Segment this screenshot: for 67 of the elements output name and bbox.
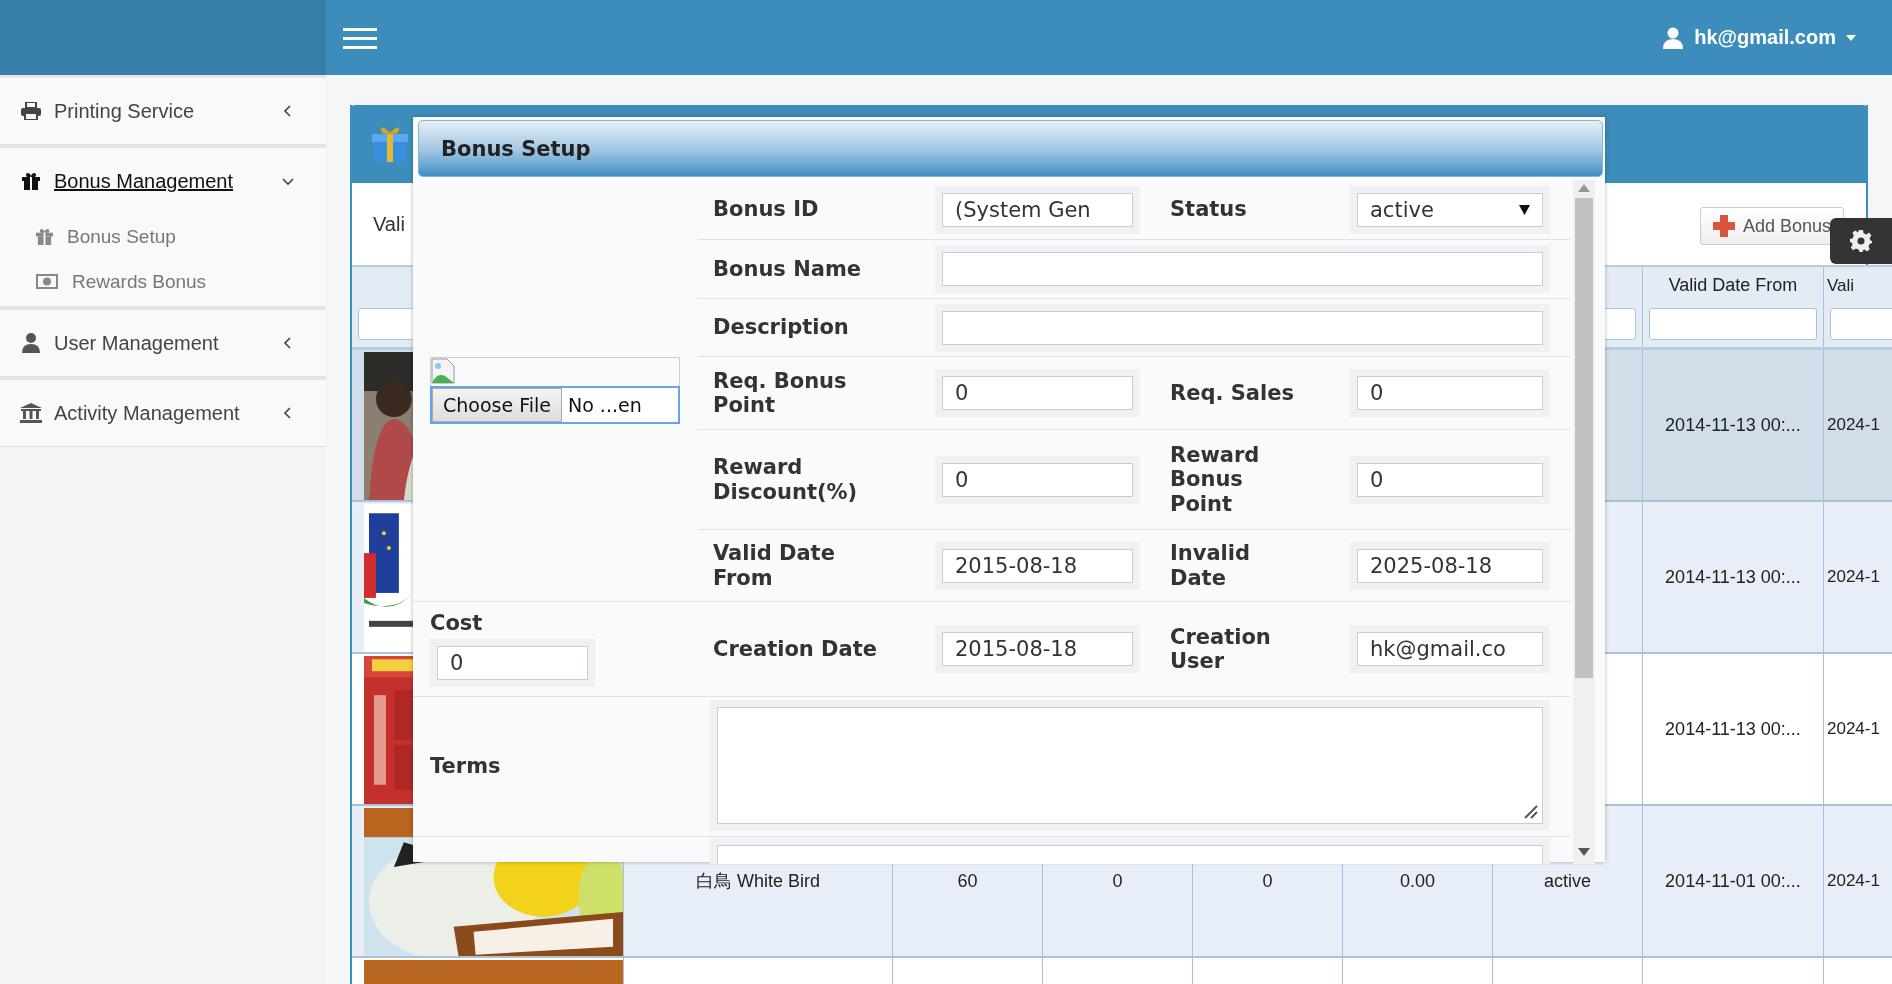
gift-icon: [20, 172, 42, 190]
table-cell: 2024-1: [1824, 350, 1892, 500]
table-cell: 2014-11-13 00:...: [1643, 350, 1824, 500]
table-cell: 2014-11-13 00:...: [1643, 502, 1824, 652]
text-field[interactable]: 2015-08-18: [942, 632, 1133, 666]
sidebar-subitem[interactable]: Bonus Setup: [36, 214, 326, 259]
down-arrow-icon[interactable]: [1578, 848, 1590, 856]
table-cell: 2014-11-13 00:...: [1643, 654, 1824, 804]
printer-icon: [20, 102, 42, 120]
menu-icon[interactable]: [343, 26, 377, 49]
gift-icon: [36, 228, 53, 245]
toolbar-text: Vali: [373, 212, 405, 236]
up-arrow-icon[interactable]: [1578, 184, 1590, 192]
user-menu[interactable]: hk@gmail.com: [1662, 26, 1856, 49]
field-label: Invalid Date: [1170, 541, 1252, 590]
field-label: Valid Date From: [713, 541, 836, 590]
text-field[interactable]: hk@gmail.co: [1357, 632, 1543, 666]
field-label: Description: [713, 315, 849, 340]
settings-button[interactable]: [1830, 218, 1892, 264]
table-cell: 2024-1: [1824, 806, 1892, 956]
dialog-title: Bonus Setup: [441, 136, 591, 161]
scrollbar[interactable]: [1573, 180, 1595, 864]
file-name: No ...en: [567, 394, 642, 416]
text-field[interactable]: 0: [942, 376, 1133, 410]
caret-icon: [1519, 204, 1530, 215]
text-field[interactable]: 2015-08-18: [942, 548, 1133, 583]
table-cell: 2024-1: [1824, 654, 1892, 804]
sidebar-item[interactable]: Bonus Management: [0, 148, 326, 214]
bank-icon: [20, 403, 42, 423]
field-label: Reward Bonus Point: [1170, 443, 1261, 516]
banknote-icon: [36, 274, 58, 289]
caret-icon: [282, 105, 294, 117]
sidebar-subitem[interactable]: Rewards Bonus: [36, 259, 326, 304]
text-field[interactable]: [942, 310, 1543, 345]
table-cell: 2024-1: [1824, 502, 1892, 652]
add-bonus-button[interactable]: Add Bonus: [1699, 207, 1844, 245]
text-field[interactable]: 0: [1357, 376, 1543, 410]
text-field[interactable]: (System Gen: [942, 192, 1133, 227]
field-label: Terms: [430, 754, 501, 779]
text-field[interactable]: 0: [437, 646, 588, 681]
field-label: Creation User: [1170, 624, 1272, 674]
caret-icon: [282, 337, 294, 349]
caret-icon: [282, 175, 294, 187]
field-label: Req. Bonus Point: [713, 368, 848, 418]
file-field[interactable]: Choose File No ...en: [430, 386, 680, 424]
text-field[interactable]: 0: [1357, 462, 1543, 497]
text-field[interactable]: [942, 252, 1543, 286]
user-icon: [20, 333, 42, 353]
filter-field[interactable]: [1649, 308, 1817, 340]
field-label: Reward Discount(%): [713, 455, 859, 504]
field-label: Creation Date: [713, 636, 877, 662]
field-label: Bonus Name: [713, 256, 861, 282]
field-label: Cost: [430, 610, 484, 636]
plus-icon: [1712, 215, 1735, 237]
gift-icon: [371, 124, 411, 164]
text-field[interactable]: 2025-08-18: [1357, 548, 1543, 583]
field-label: Bonus ID: [713, 197, 819, 222]
resize-handle-icon: [1522, 803, 1538, 819]
choose-file-button[interactable]: Choose File: [432, 388, 562, 422]
user-icon: [1662, 26, 1685, 49]
caret-icon: [1846, 34, 1856, 41]
table-cell: 2014-11-01 00:...: [1643, 806, 1824, 956]
field-label: Req. Sales: [1170, 380, 1294, 406]
settings-icon: [1850, 230, 1872, 252]
text-field[interactable]: 0: [942, 462, 1133, 497]
field-label: Status: [1170, 197, 1247, 222]
caret-icon: [282, 407, 294, 419]
